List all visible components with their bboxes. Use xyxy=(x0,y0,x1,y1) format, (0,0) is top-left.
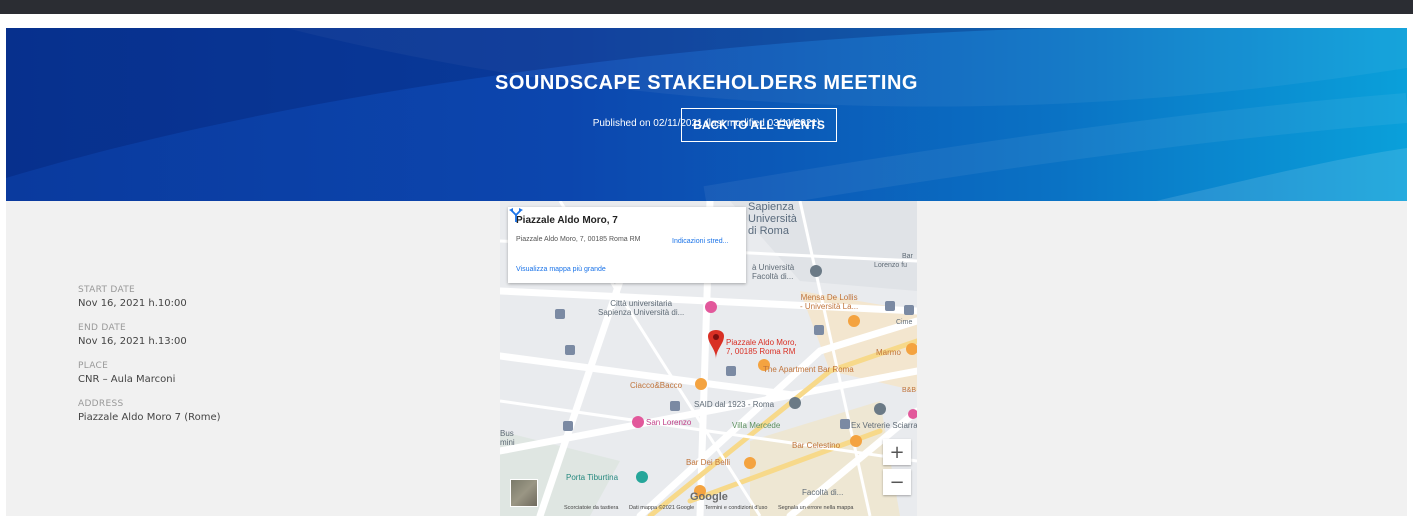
address-value: Piazzale Aldo Moro 7 (Rome) xyxy=(78,412,221,423)
map-label-villa-mercede: Villa Mercede xyxy=(732,421,781,430)
map-label-marmo: Marmo xyxy=(876,348,901,357)
address-label: ADDRESS xyxy=(78,399,124,409)
map-label-citta: Città universitaria Sapienza Università … xyxy=(598,299,685,317)
directions-icon[interactable] xyxy=(508,207,524,223)
back-to-all-events-button[interactable]: BACK TO ALL EVENTS xyxy=(681,108,837,142)
page-title: SOUNDSCAPE STAKEHOLDERS MEETING xyxy=(495,72,918,94)
map-label-san-lorenzo: San Lorenzo xyxy=(646,418,692,427)
report-error-link[interactable]: Segnala un errore nella mappa xyxy=(778,505,854,511)
map-attribution: Scorciatoie da tastiera Dati mappa ©2021… xyxy=(564,505,862,511)
view-larger-map-link[interactable]: Visualizza mappa più grande xyxy=(516,266,606,273)
embedded-map[interactable]: Sapienza Università di Roma Città univer… xyxy=(500,201,917,516)
map-label-lorenzo: Lorenzo fu xyxy=(874,262,908,269)
map-label-mensa: Mensa De Lollis - Università La... xyxy=(800,293,859,311)
map-label-tiburtina: Porta Tiburtina xyxy=(566,473,619,482)
end-date-value: Nov 16, 2021 h.13:00 xyxy=(78,336,187,347)
map-info-card: Piazzale Aldo Moro, 7 Piazzale Aldo Moro… xyxy=(508,207,746,283)
map-data-text: Dati mappa ©2021 Google xyxy=(628,505,695,511)
event-details: START DATE Nov 16, 2021 h.10:00 END DATE… xyxy=(78,284,221,436)
satellite-view-toggle[interactable] xyxy=(510,479,538,507)
map-label-facolta: Facoltà di... xyxy=(802,488,844,497)
zoom-out-button[interactable]: − xyxy=(883,469,911,495)
map-card-address: Piazzale Aldo Moro, 7, 00185 Roma RM xyxy=(516,236,641,243)
directions-link[interactable]: Indicazioni stred... xyxy=(672,238,728,245)
map-label-said: SAID dal 1923 - Roma xyxy=(694,400,775,409)
map-pin-label: Piazzale Aldo Moro, 7, 00185 Roma RM xyxy=(726,338,797,356)
top-dark-bar xyxy=(0,0,1413,14)
start-date-label: START DATE xyxy=(78,285,136,295)
map-label-apartment: The Apartment Bar Roma xyxy=(763,365,854,374)
start-date-value: Nov 16, 2021 h.10:00 xyxy=(78,298,187,309)
google-logo: Google xyxy=(690,491,728,503)
map-label-bb: B&B xyxy=(902,387,917,394)
map-card-title: Piazzale Aldo Moro, 7 xyxy=(516,215,618,226)
map-label-vetrerie: Ex Vetrerie Sciarra xyxy=(851,421,917,430)
map-label-celestino: Bar Celestino xyxy=(792,441,841,450)
zoom-in-button[interactable]: + xyxy=(883,439,911,465)
map-label-cime: Cime xyxy=(896,319,913,326)
map-label-universita: à Università Facoltà di... xyxy=(752,263,795,281)
terms-link[interactable]: Termini e condizioni d'uso xyxy=(705,505,768,511)
place-label: PLACE xyxy=(78,361,109,371)
map-label-bus: Bus mini xyxy=(500,429,515,447)
map-label-bar-dei-belli: Bar Dei Belli xyxy=(686,458,731,467)
map-label-bar: Bar xyxy=(902,253,913,260)
end-date-label: END DATE xyxy=(78,323,127,333)
place-value: CNR – Aula Marconi xyxy=(78,374,176,385)
map-label-sapienza: Sapienza Università di Roma xyxy=(748,201,797,237)
keyboard-shortcuts-link[interactable]: Scorciatoie da tastiera xyxy=(564,505,618,511)
map-label-ciacco: Ciacco&Bacco xyxy=(630,381,683,390)
